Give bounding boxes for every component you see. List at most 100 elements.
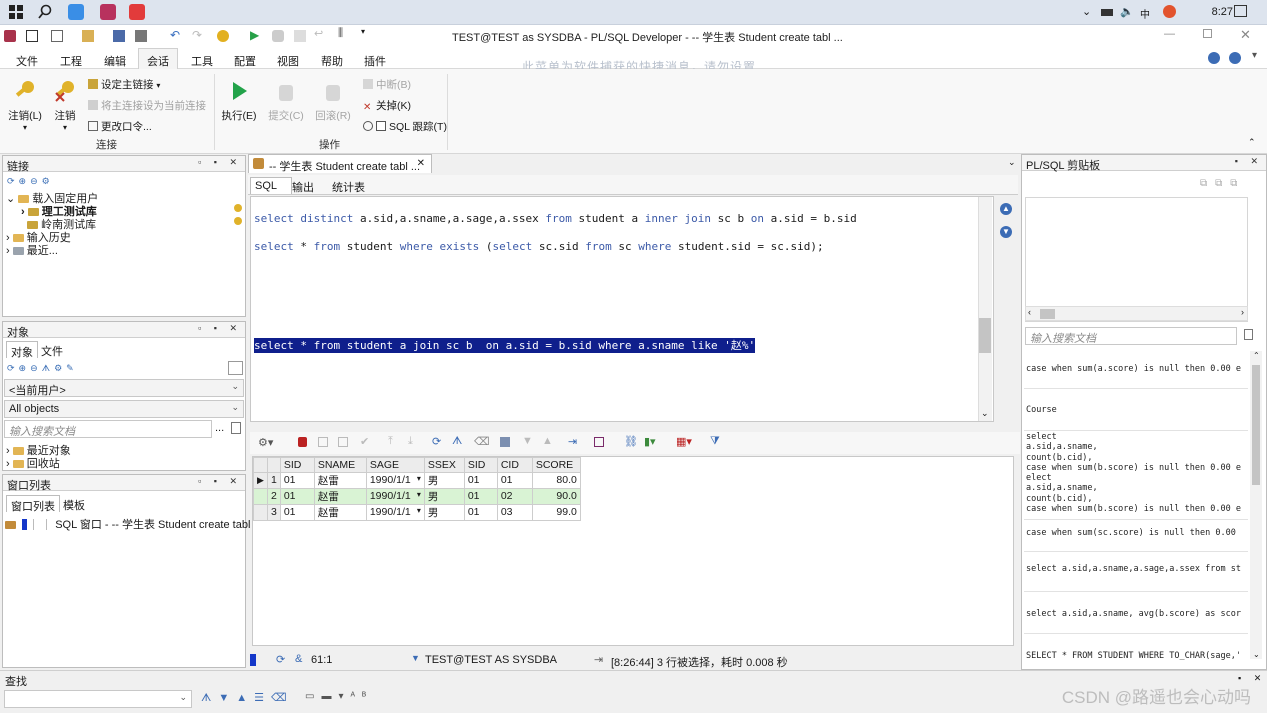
sort-icon[interactable]: ▼ [522, 435, 533, 447]
set-main-connection[interactable]: 设定主链接 ▾ [88, 77, 160, 92]
new-icon[interactable] [51, 30, 63, 42]
stop-icon[interactable] [272, 30, 284, 42]
filter-icon[interactable]: ⧩ [710, 435, 720, 448]
clipboard-entry[interactable]: select a.sid,a.sname, count(b.cid), case… [1026, 432, 1248, 516]
panel-buttons[interactable]: ▫ ▪ ✕ [198, 157, 242, 168]
clipboard-entry[interactable]: case when sum(sc.score) is null then 0.0… [1026, 528, 1248, 540]
wps-icon[interactable] [129, 4, 145, 20]
connections-toolbar[interactable]: ⟳⊕⊖⚙ [7, 176, 54, 187]
post-changes-icon[interactable]: ✔ [360, 435, 369, 448]
execute-small-icon[interactable]: ▶ [250, 28, 262, 42]
panel-buttons[interactable]: ▫ ▪ ✕ [198, 476, 242, 487]
scroll-down-arrow[interactable]: ⌄ [981, 408, 989, 419]
info-icon[interactable] [1229, 52, 1241, 64]
lock-icon[interactable] [298, 437, 307, 447]
new-filter-icon[interactable] [231, 422, 241, 434]
cell-sid[interactable]: 01 [279, 487, 315, 505]
delete-record-icon[interactable] [338, 437, 348, 447]
menu-edit[interactable]: 编辑 [104, 53, 126, 69]
close-tab-icon[interactable]: ✕ [417, 158, 425, 169]
break-button[interactable]: 中断(B) [363, 77, 411, 92]
panel-buttons[interactable]: ▫ ▪ ✕ [198, 323, 242, 334]
customize-icon[interactable]: ▾ [361, 27, 373, 39]
rollback-small-icon[interactable]: ↩ [314, 27, 326, 40]
prev-statement-icon[interactable]: ▲ [1000, 203, 1012, 215]
connection-label[interactable]: TEST@TEST AS SYSDBA [425, 654, 557, 666]
menu-file[interactable]: 文件 [16, 53, 38, 69]
cell-score[interactable]: 80.0 [531, 471, 581, 489]
tab-objects[interactable]: 对象 [6, 341, 38, 359]
date-dropdown-icon[interactable]: ▾ [417, 474, 421, 483]
cell-sname[interactable]: 赵雷 [313, 487, 367, 505]
notification-icon[interactable] [1234, 5, 1247, 17]
rollback-button[interactable]: 回滚(R) [313, 79, 353, 123]
windows-start-icon[interactable] [8, 4, 24, 20]
cell-cid[interactable]: 03 [496, 503, 533, 521]
tab-templates[interactable]: 模板 [59, 495, 89, 512]
cell-sid2[interactable]: 01 [463, 471, 498, 489]
menu-view[interactable]: 视图 [277, 53, 299, 69]
menu-tools[interactable]: 工具 [191, 53, 213, 69]
refresh-icon[interactable]: ⟳ [432, 435, 441, 448]
cell-sid2[interactable]: 01 [463, 503, 498, 521]
col-header-sage[interactable]: SAGE [365, 457, 425, 473]
search-icon[interactable] [37, 4, 53, 20]
col-header-sid[interactable]: SID [279, 457, 315, 473]
find-toggle-icons[interactable]: ▭▬▾ᴬᴮ [305, 691, 373, 702]
menu-help[interactable]: 帮助 [321, 53, 343, 69]
editor-scrollbar-thumb[interactable] [979, 318, 991, 353]
clipboard-entry[interactable]: select a.sid,a.sname,a.sage,a.ssex from … [1026, 564, 1248, 576]
key-icon[interactable] [217, 30, 229, 42]
commit-small-icon[interactable] [294, 30, 306, 42]
maximize-button[interactable] [1203, 29, 1212, 38]
sql-trace-checkbox[interactable] [376, 121, 386, 131]
panel-buttons[interactable]: ▪ ✕ [1235, 156, 1263, 167]
date-dropdown-icon[interactable]: ▾ [417, 506, 421, 515]
clipboard-entry[interactable]: SELECT * FROM STUDENT WHERE TO_CHAR(sage… [1026, 651, 1248, 663]
cell-ssex[interactable]: 男 [423, 487, 465, 505]
menu-session[interactable]: 会话 [138, 48, 178, 69]
clipboard-entry[interactable]: select a.sid,a.sname, avg(b.score) as sc… [1026, 609, 1248, 621]
tab-list-dropdown-icon[interactable]: ⌄ [1008, 157, 1016, 168]
document-tab[interactable]: -- 学生表 Student create tabl ... ✕ [248, 154, 432, 173]
chart-icon[interactable]: ▮▾ [644, 435, 656, 448]
cell-sid[interactable]: 01 [279, 471, 315, 489]
menu-config[interactable]: 配置 [234, 53, 256, 69]
new-window-icon[interactable] [26, 30, 38, 42]
redo-icon[interactable]: ↷ [192, 28, 204, 42]
tab-statistics[interactable]: 统计表 [328, 177, 369, 194]
plsql-taskbar-icon[interactable] [100, 4, 116, 20]
clipboard-vscroll[interactable]: ⌃ ⌄ [1250, 351, 1262, 659]
volume-icon[interactable]: 🔈 [1120, 5, 1134, 18]
tree-item-recent[interactable]: › 最近... [6, 242, 58, 258]
query-by-example-icon[interactable]: ᗑ [452, 435, 462, 448]
table-row[interactable]: 3 01 赵雷 1990/1/1 ▾ 男 01 03 99.0 [253, 503, 581, 521]
insert-record-icon[interactable] [318, 437, 328, 447]
cell-score[interactable]: 90.0 [531, 487, 581, 505]
objects-toolbar[interactable]: ⟳⊕⊖ᗑ⚙✎ [7, 363, 78, 374]
filter-checkbox[interactable] [228, 361, 243, 375]
table-row[interactable]: 2 01 赵雷 1990/1/1 ▾ 男 01 02 90.0 [253, 487, 581, 505]
undo-icon[interactable]: ↶ [170, 28, 182, 42]
cell-ssex[interactable]: 男 [423, 471, 465, 489]
last-record-icon[interactable]: ⤓ [408, 435, 413, 448]
set-main-as-current[interactable]: 将主连接设为当前连接 [88, 98, 206, 113]
tab-files[interactable]: 文件 [37, 341, 67, 358]
editor-scrollbar[interactable] [978, 197, 992, 421]
menu-plugins[interactable]: 插件 [364, 53, 386, 69]
settings-icon[interactable] [1163, 5, 1176, 18]
fetch-icon[interactable]: ▲ [542, 435, 553, 447]
help-icon[interactable] [1208, 52, 1220, 64]
sql-editor[interactable]: select distinct a.sid,a.sname,a.sage,a.s… [250, 196, 994, 422]
commit-button[interactable]: 提交(C) [266, 79, 306, 123]
find-options-icons[interactable]: ᗑ▼▲☰⌫ [201, 691, 294, 705]
collapse-ribbon-icon[interactable]: ⌃ [1248, 137, 1256, 148]
logoff-button[interactable]: 注销(L) ▾ [5, 79, 45, 132]
result-grid[interactable]: SID SNAME SAGE SSEX SID CID SCORE ▶ 1 01… [252, 456, 1014, 646]
col-header-cid[interactable]: CID [496, 457, 533, 473]
date-dropdown-icon[interactable]: ▾ [417, 490, 421, 499]
change-password[interactable]: 更改口令... [88, 119, 152, 134]
single-record-view-icon[interactable] [500, 437, 510, 447]
col-header-sid2[interactable]: SID [463, 457, 498, 473]
cell-sid2[interactable]: 01 [463, 487, 498, 505]
